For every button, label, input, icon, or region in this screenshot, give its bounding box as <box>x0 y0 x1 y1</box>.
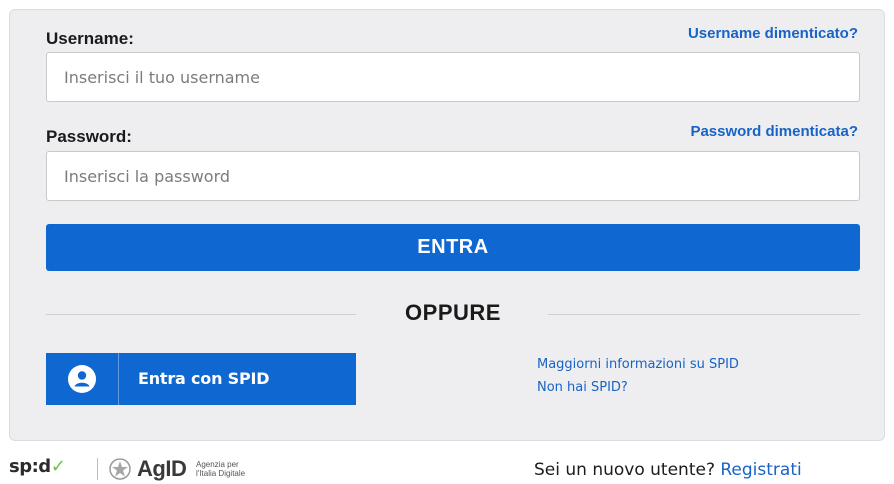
forgot-username-link[interactable]: Username dimenticato? <box>688 25 858 42</box>
agid-subtitle-line1: Agenzia per <box>196 460 239 469</box>
footer-logos: sp:d✓ AgID Agenzia per l'Italia Digitale <box>9 456 309 482</box>
or-separator: OPPURE <box>405 300 501 325</box>
logo-divider <box>97 458 98 480</box>
spid-info-link[interactable]: Maggiorni informazioni su SPID <box>537 357 739 372</box>
spid-logo-text: sp:d <box>9 456 51 477</box>
forgot-password-link[interactable]: Password dimenticata? <box>690 123 858 140</box>
new-user-text: Sei un nuovo utente? <box>534 460 715 480</box>
agid-subtitle-line2: l'Italia Digitale <box>196 469 246 478</box>
spid-icon-container <box>46 353 119 405</box>
divider-left <box>46 314 356 315</box>
username-input[interactable] <box>46 52 860 102</box>
spid-button-label: Entra con SPID <box>138 369 270 388</box>
no-spid-link[interactable]: Non hai SPID? <box>537 380 628 395</box>
agid-logo-text: AgID <box>137 456 187 481</box>
register-link[interactable]: Registrati <box>720 460 801 480</box>
password-input[interactable] <box>46 151 860 201</box>
spid-login-button[interactable]: Entra con SPID <box>46 353 356 405</box>
login-card: Username: Username dimenticato? Password… <box>9 9 885 441</box>
agid-subtitle: Agenzia per l'Italia Digitale <box>196 460 286 478</box>
user-circle-icon <box>68 365 96 393</box>
new-user-prompt: Sei un nuovo utente? Registrati <box>534 460 802 480</box>
divider-right <box>548 314 860 315</box>
username-label: Username: <box>46 29 134 48</box>
check-icon: ✓ <box>50 456 66 477</box>
spid-logo: sp:d✓ <box>9 456 66 477</box>
login-button[interactable]: ENTRA <box>46 224 860 271</box>
italian-emblem-icon <box>109 458 131 480</box>
password-label: Password: <box>46 127 132 146</box>
